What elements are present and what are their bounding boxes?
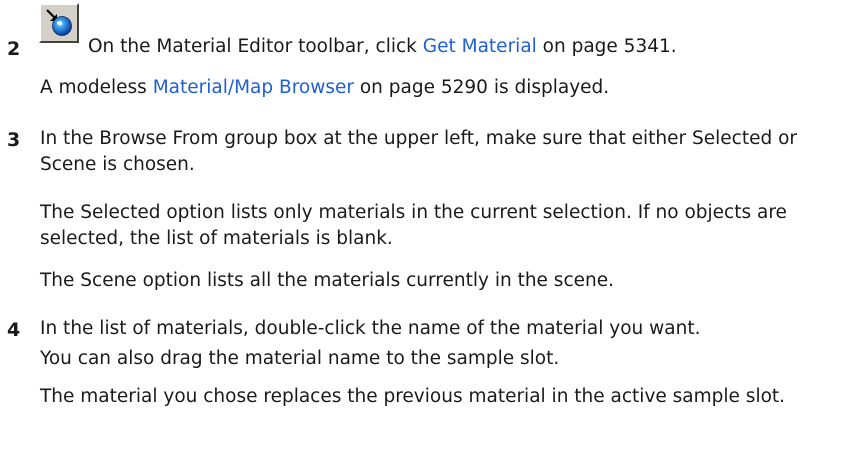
step-number: 4 xyxy=(7,319,21,341)
step-4-text-2: You can also drag the material name to t… xyxy=(40,348,560,369)
step-2-text-2: A modeless xyxy=(40,77,153,98)
step-2-text: On the Material Editor toolbar, click xyxy=(88,36,423,57)
step-2-line-2: A modeless Material/Map Browser on page … xyxy=(40,75,848,101)
get-material-link[interactable]: Get Material xyxy=(423,36,537,57)
step-2-line-1: On the Material Editor toolbar, click Ge… xyxy=(88,34,677,60)
step-2-page-ref-2: on page 5290 is displayed. xyxy=(353,77,610,98)
step-4-para-2: The material you chose replaces the prev… xyxy=(40,386,786,407)
material-map-browser-link[interactable]: Material/Map Browser xyxy=(153,77,354,98)
step-2-page-ref: on page 5341. xyxy=(536,36,677,57)
step-number: 3 xyxy=(7,129,21,151)
document-page: 2 On the Material Editor toolbar, click … xyxy=(0,0,852,454)
step-3-para-2: The Selected option lists only materials… xyxy=(40,202,787,249)
step-3-text: In the Browse From group box at the uppe… xyxy=(40,128,798,175)
step-3-para-3: The Scene option lists all the materials… xyxy=(40,270,614,291)
step-4-text: In the list of materials, double-click t… xyxy=(40,318,701,339)
get-material-icon xyxy=(39,3,79,43)
step-number: 2 xyxy=(7,38,21,60)
